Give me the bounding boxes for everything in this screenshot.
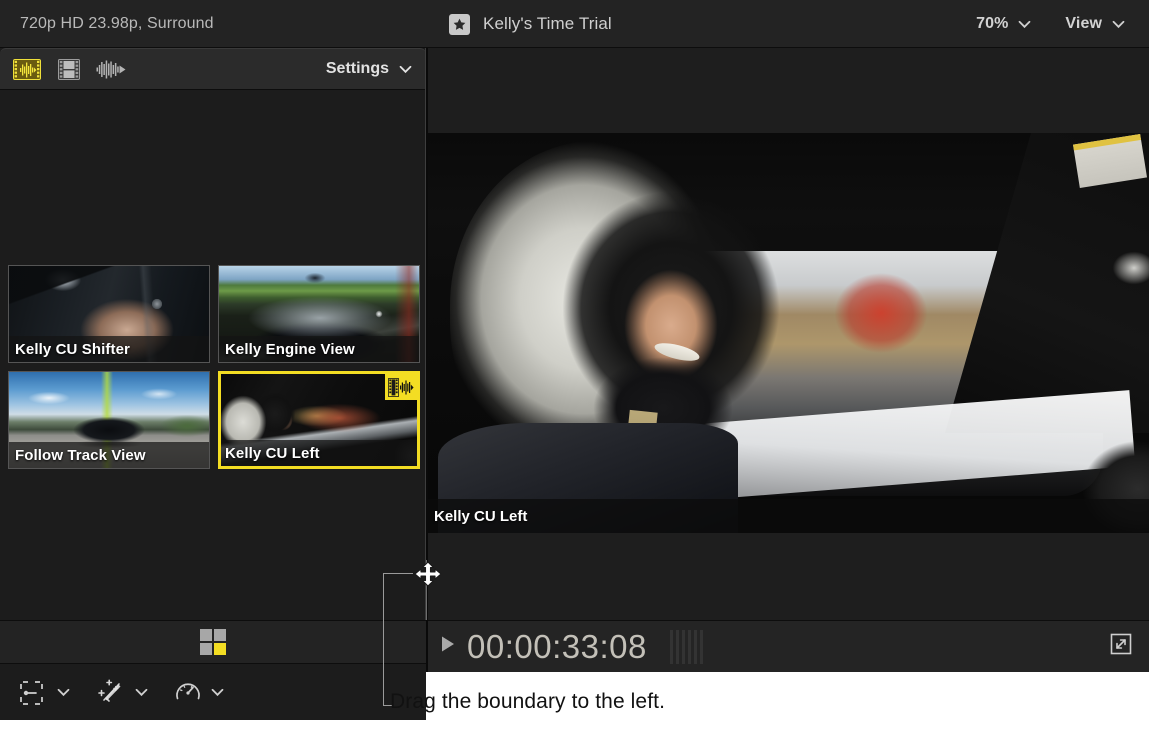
browser-panel: Settings Kelly CU Shifter <box>0 48 426 672</box>
clip-thumbnail-grid: Kelly CU Shifter Kelly Engine View Follo… <box>8 265 420 477</box>
final-cut-pro-window: 720p HD 23.98p, Surround Kelly's Time Tr… <box>0 0 1149 672</box>
viewer-tool-strip <box>0 665 426 720</box>
screenshot-root: 720p HD 23.98p, Surround Kelly's Time Tr… <box>0 0 1149 734</box>
filmstrip-icon[interactable] <box>54 58 84 80</box>
expand-fullscreen-icon[interactable] <box>1109 632 1133 661</box>
retime-speedometer-icon <box>174 679 202 707</box>
viewer-header-bar: Kelly's Time Trial 70% View <box>427 0 1149 48</box>
enhancement-wand-menu[interactable] <box>96 679 148 707</box>
clip-thumbnail-follow-track-view[interactable]: Follow Track View <box>8 371 210 469</box>
clip-thumbnail-kelly-engine-view[interactable]: Kelly Engine View <box>218 265 420 363</box>
zoom-level-menu[interactable]: 70% <box>976 15 1031 33</box>
audio-meter-bar <box>676 630 679 664</box>
star-icon <box>449 14 470 35</box>
frame-mirror-glint <box>1108 248 1149 288</box>
chevron-down-icon <box>135 688 148 697</box>
clip-row-2: Follow Track View <box>8 371 420 469</box>
project-title: Kelly's Time Trial <box>483 14 612 34</box>
browser-view-mode-group <box>12 58 126 80</box>
frame-background-blur <box>826 265 936 361</box>
callout-leader-horizontal <box>383 573 413 574</box>
audio-meter-bar <box>682 630 685 664</box>
clip-thumbnail-label: Kelly Engine View <box>219 336 419 362</box>
filmstrip-waveform-icon[interactable] <box>12 58 42 80</box>
callout-leader-vertical <box>383 573 384 706</box>
clip-info-area: 720p HD 23.98p, Surround <box>0 0 426 48</box>
callout-caption: Drag the boundary to the left. <box>390 690 665 714</box>
chevron-down-icon <box>399 65 412 74</box>
audio-meters-icon <box>670 630 703 664</box>
browser-clip-area[interactable]: Kelly CU Shifter Kelly Engine View Follo… <box>0 91 426 620</box>
clip-thumbnail-kelly-cu-shifter[interactable]: Kelly CU Shifter <box>8 265 210 363</box>
crop-transform-menu[interactable] <box>18 679 70 707</box>
top-header-bar: 720p HD 23.98p, Surround Kelly's Time Tr… <box>0 0 1149 48</box>
clip-thumbnail-kelly-cu-left[interactable]: Kelly CU Left <box>218 371 420 469</box>
viewer-video-frame[interactable]: Kelly CU Left <box>428 133 1149 533</box>
crop-transform-icon <box>18 679 48 707</box>
clip-size-grid-icon[interactable] <box>199 628 227 656</box>
zoom-level-value: 70% <box>976 15 1008 33</box>
viewer-timecode-bar: 00:00:33:08 <box>428 620 1149 672</box>
filmstrip-waveform-icon <box>385 374 417 400</box>
viewer-frame-image <box>428 133 1149 533</box>
resize-horizontal-cursor-icon <box>414 561 442 587</box>
chevron-down-icon <box>1018 20 1031 29</box>
browser-toolbar: Settings <box>0 48 426 90</box>
audio-meter-bar <box>670 630 673 664</box>
settings-menu-button[interactable]: Settings <box>326 60 412 78</box>
viewer-panel: Kelly CU Left 00:00:33:08 <box>428 48 1149 672</box>
play-triangle-icon[interactable] <box>440 635 456 658</box>
clip-thumbnail-label: Kelly CU Shifter <box>9 336 209 362</box>
retime-speedometer-menu[interactable] <box>174 679 224 707</box>
clip-format-info: 720p HD 23.98p, Surround <box>20 15 214 33</box>
timecode-display[interactable]: 00:00:33:08 <box>467 628 647 666</box>
enhancement-wand-icon <box>96 679 126 707</box>
waveform-icon[interactable] <box>96 58 126 80</box>
viewer-stage: Kelly CU Left <box>428 48 1149 620</box>
settings-label: Settings <box>326 60 389 78</box>
audio-meter-bar <box>700 630 703 664</box>
clip-thumbnail-label: Kelly CU Left <box>221 440 417 466</box>
chevron-down-icon <box>1112 20 1125 29</box>
chevron-down-icon <box>57 688 70 697</box>
chevron-down-icon <box>211 688 224 697</box>
viewer-clip-label: Kelly CU Left <box>428 499 1149 533</box>
audio-meter-bar <box>694 630 697 664</box>
clip-thumbnail-label: Follow Track View <box>9 442 209 468</box>
browser-footer-bar <box>0 620 426 664</box>
clip-row-1: Kelly CU Shifter Kelly Engine View <box>8 265 420 363</box>
audio-meter-bar <box>688 630 691 664</box>
view-menu[interactable]: View <box>1065 15 1125 33</box>
view-menu-label: View <box>1065 15 1102 33</box>
